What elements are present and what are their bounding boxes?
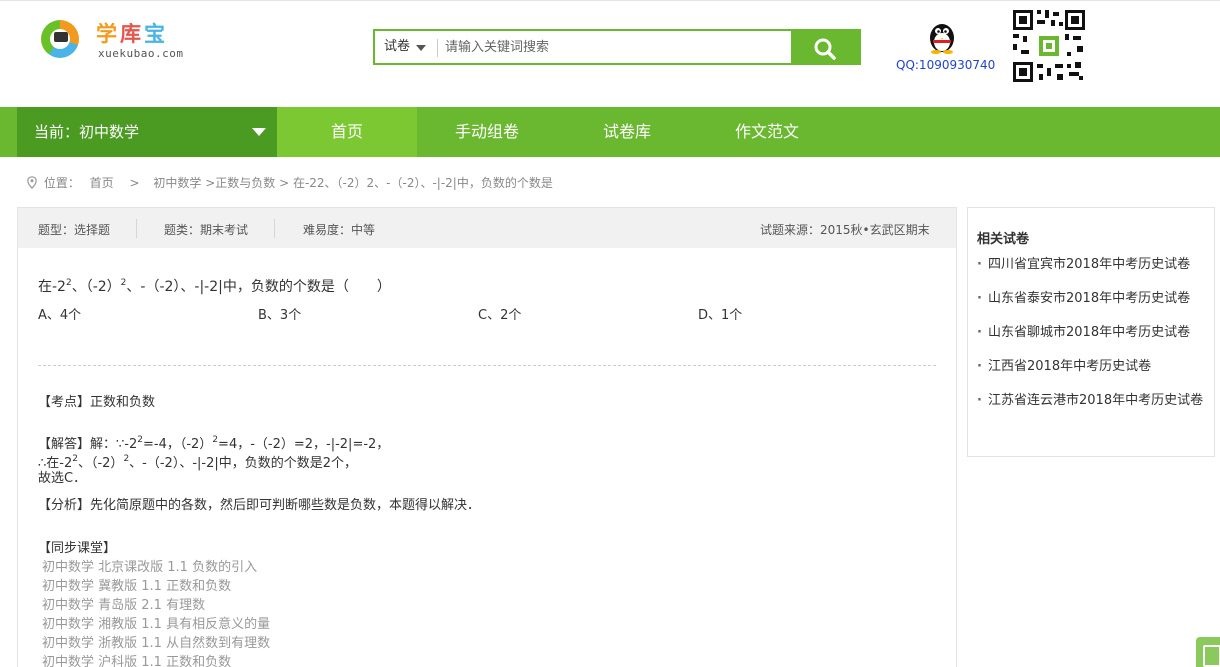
question-panel: 题型：选择题 题类：期末考试 难易度：中等 试题来源：2015秋•玄武区期末 在…: [17, 207, 957, 667]
graduation-cap-icon: [54, 32, 68, 42]
sync-link[interactable]: 初中数学 浙教版 1.1 从自然数到有理数: [42, 632, 270, 651]
question-type: 题型：选择题: [38, 223, 111, 237]
option-b[interactable]: B、3个: [258, 304, 301, 323]
nav-item-home[interactable]: 首页: [277, 107, 417, 157]
jieda-label: 【解答】: [38, 437, 91, 452]
kaodian-text: 正数和负数: [90, 395, 156, 410]
info-divider: [274, 219, 275, 238]
kaodian-label: 【考点】: [38, 395, 91, 410]
option-d[interactable]: D、1个: [698, 304, 742, 323]
qq-contact[interactable]: QQ:1090930740: [893, 18, 996, 78]
related-paper-link[interactable]: 山东省泰安市2018年中考历史试卷: [977, 287, 1209, 311]
breadcrumb: 位置： 首页 > 初中数学 >正数与负数 > 在-22、（-2）2、-（-2）、…: [27, 174, 559, 191]
qq-number: QQ:1090930740: [896, 58, 996, 72]
current-subject-selector[interactable]: 当前：初中数学: [17, 107, 277, 157]
search-button[interactable]: [791, 31, 859, 63]
nav-item-paper-library[interactable]: 试卷库: [557, 107, 697, 157]
related-paper-link[interactable]: 江苏省连云港市2018年中考历史试卷: [977, 389, 1209, 413]
logo-text-cn: 学库宝: [96, 22, 168, 46]
fenxi-section: 【分析】先化简原题中的各数，然后即可判断哪些数是负数，本题得以解决．: [38, 494, 480, 513]
kaodian-section: 【考点】正数和负数: [38, 391, 155, 410]
jieda-line-1: 【解答】解：∵-22=-4，（-2）2=4，-（-2）=2，-|-2|=-2，: [38, 435, 390, 452]
option-a[interactable]: A、4个: [38, 304, 81, 323]
qq-penguin-icon: [930, 24, 954, 54]
search-input[interactable]: [445, 31, 790, 63]
search-icon: [814, 38, 836, 60]
nav-item-manual-paper[interactable]: 手动组卷: [417, 107, 557, 157]
current-subject-label: 当前：初中数学: [34, 123, 140, 141]
breadcrumb-prefix: 位置：: [43, 176, 80, 190]
search-bar: 试卷: [373, 29, 861, 65]
feedback-icon[interactable]: [1196, 637, 1220, 667]
main-nav: 当前：初中数学 首页 手动组卷 试卷库 作文范文: [0, 107, 1220, 157]
info-divider: [136, 219, 137, 238]
question-source: 试题来源：2015秋•玄武区期末: [760, 223, 930, 237]
sync-label: 【同步课堂】: [38, 541, 117, 556]
location-pin-icon: [27, 176, 37, 189]
sync-link[interactable]: 初中数学 湘教版 1.1 具有相反意义的量: [42, 613, 270, 632]
related-paper-link[interactable]: 四川省宜宾市2018年中考历史试卷: [977, 253, 1209, 277]
sync-link[interactable]: 初中数学 青岛版 2.1 有理数: [42, 594, 205, 613]
caret-down-icon: [416, 45, 426, 51]
section-divider: [38, 365, 936, 366]
related-paper-link[interactable]: 江西省2018年中考历史试卷: [977, 355, 1209, 379]
sync-link[interactable]: 初中数学 北京课改版 1.1 负数的引入: [42, 556, 257, 575]
breadcrumb-home-link[interactable]: 首页: [90, 176, 114, 190]
related-papers-panel: 相关试卷 四川省宜宾市2018年中考历史试卷 山东省泰安市2018年中考历史试卷…: [967, 207, 1215, 457]
search-type-select[interactable]: 试卷: [375, 31, 437, 63]
search-divider: [437, 39, 438, 57]
caret-down-icon: [252, 128, 266, 136]
question-info-bar: 题型：选择题 题类：期末考试 难易度：中等 试题来源：2015秋•玄武区期末: [18, 208, 956, 248]
breadcrumb-path[interactable]: 初中数学 >正数与负数 > 在-22、（-2）2、-（-2）、-|-2|中，负数…: [153, 176, 552, 190]
question-stem: 在-22、（-2）2、-（-2）、-|-2|中，负数的个数是（ ）: [38, 278, 391, 295]
sync-link[interactable]: 初中数学 沪科版 1.1 正数和负数: [42, 651, 231, 667]
breadcrumb-arrow: >: [129, 176, 140, 190]
question-difficulty: 难易度：中等: [303, 223, 376, 237]
site-logo[interactable]: 学库宝 xuekubao.com: [41, 14, 191, 64]
nav-item-essays[interactable]: 作文范文: [697, 107, 837, 157]
qr-code-icon: [1011, 8, 1087, 84]
related-paper-link[interactable]: 山东省聊城市2018年中考历史试卷: [977, 321, 1209, 345]
fenxi-label: 【分析】: [38, 498, 91, 513]
jieda-line-3: 故选C．: [38, 471, 87, 486]
related-papers-title: 相关试卷: [977, 232, 1030, 247]
option-c[interactable]: C、2个: [478, 304, 521, 323]
logo-text-en: xuekubao.com: [98, 47, 184, 60]
sync-link[interactable]: 初中数学 冀教版 1.1 正数和负数: [42, 575, 231, 594]
search-type-label: 试卷: [384, 39, 411, 54]
top-divider: [0, 0, 1220, 1]
question-category: 题类：期末考试: [164, 223, 249, 237]
fenxi-text: 先化简原题中的各数，然后即可判断哪些数是负数，本题得以解决．: [90, 498, 481, 513]
